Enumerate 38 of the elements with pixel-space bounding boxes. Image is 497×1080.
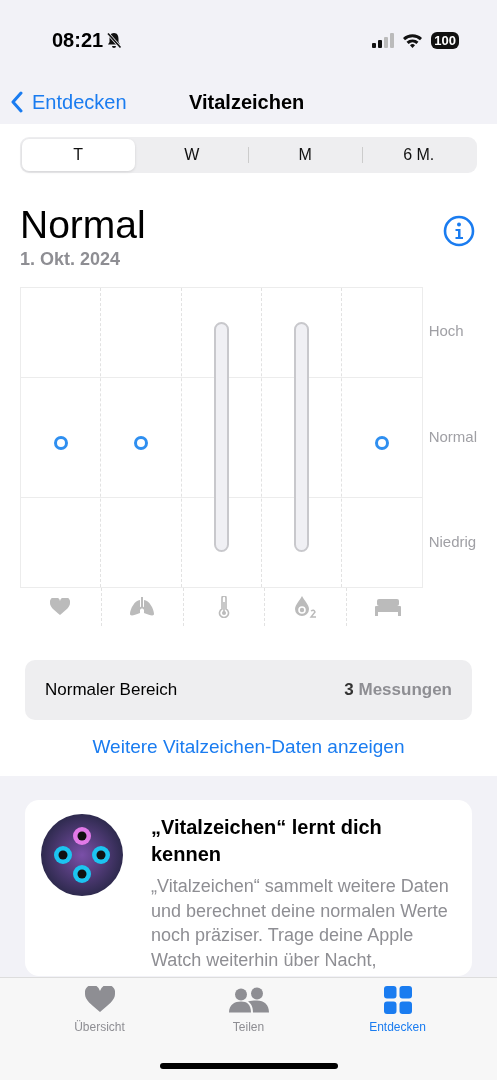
people-icon xyxy=(228,986,269,1014)
reading-dot xyxy=(133,434,149,451)
more-data-link[interactable]: Weitere Vitalzeichen-Daten anzeigen xyxy=(20,736,477,758)
period-tab[interactable]: T xyxy=(22,139,135,171)
bed-icon xyxy=(374,598,401,616)
heart-icon xyxy=(84,986,115,1014)
reading-dot xyxy=(373,434,390,451)
battery-level: 100 xyxy=(431,31,459,49)
chevron-left-icon xyxy=(10,91,24,113)
band-label: Niedrig xyxy=(428,532,477,550)
card-body: „Vitalzeichen“ sammelt weitere Daten und berechnet deine normalen Werte noch präziser. Trage deine Apple Watch weiterhin über Nacht, xyxy=(151,875,450,972)
back-button[interactable]: Entdecken xyxy=(0,90,127,114)
tab-bar-item[interactable]: Übersicht xyxy=(25,986,174,1042)
thermometer-icon xyxy=(218,596,230,618)
tab-bar-item[interactable]: Entdecken xyxy=(323,986,472,1042)
muted-bell-icon xyxy=(106,31,123,49)
heart-icon xyxy=(50,598,71,616)
card-title: „Vitalzeichen“ lernt dich kennen xyxy=(151,815,383,867)
status-heading: Normal xyxy=(20,203,146,247)
oxygen-drop-icon xyxy=(293,596,318,618)
lungs-icon xyxy=(129,597,156,617)
band-label: Hoch xyxy=(428,322,464,339)
vitals-app-icon xyxy=(41,814,123,896)
screen-title: Vitalzeichen xyxy=(189,90,305,114)
reading-dot xyxy=(52,434,69,451)
period-tab[interactable]: W xyxy=(135,139,248,171)
info-icon[interactable] xyxy=(443,215,475,247)
range-label: Normaler Bereich xyxy=(45,680,178,700)
band-label: Normal xyxy=(428,427,477,445)
measurement-count: 3 Messungen xyxy=(344,680,452,700)
grid-icon xyxy=(383,986,412,1014)
signal-icon xyxy=(372,32,395,48)
date-label: 1. Okt. 2024 xyxy=(20,249,122,270)
period-tab[interactable]: 6 M. xyxy=(362,139,475,171)
tab-bar-item[interactable]: Teilen xyxy=(174,986,323,1042)
wifi-icon xyxy=(402,32,424,48)
status-time: 08:21 xyxy=(52,28,104,52)
period-tab[interactable]: M xyxy=(249,139,362,171)
